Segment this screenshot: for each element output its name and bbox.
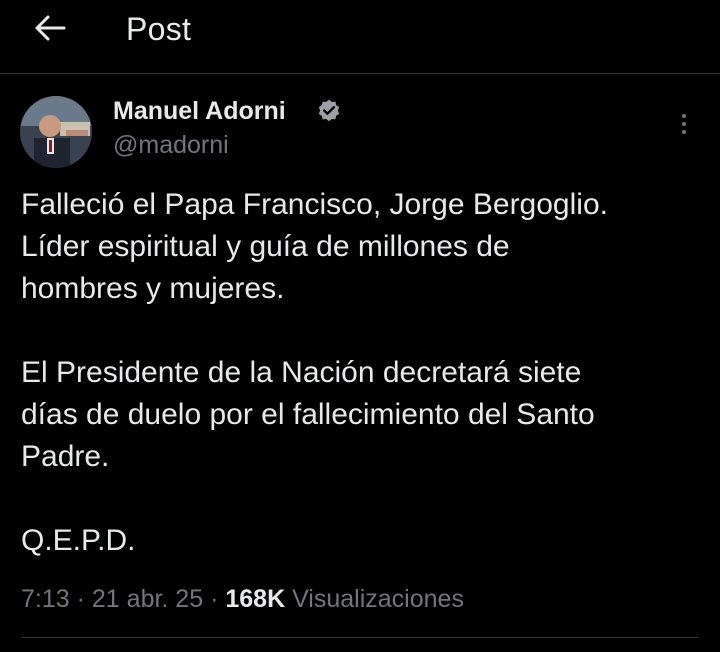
views-count[interactable]: 168K (225, 585, 285, 613)
verified-badge-icon (318, 99, 340, 122)
more-dot-icon (682, 114, 686, 118)
tweet-text: Falleció el Papa Francisco, Jorge Bergog… (21, 184, 711, 562)
views-label[interactable]: Visualizaciones (292, 585, 464, 613)
tweet-paragraph: Q.E.P.D. (21, 524, 136, 557)
avatar[interactable] (20, 96, 92, 168)
top-bar: Post (0, 0, 720, 74)
author-handle[interactable]: @madorni (113, 130, 229, 160)
tweet-paragraph: El Presidente de la Nación decretará sie… (21, 356, 595, 473)
tweet-meta: 7:13 · 21 abr. 25 · 168K Visualizaciones (21, 582, 464, 616)
avatar-image (20, 96, 92, 168)
back-button[interactable] (30, 10, 70, 46)
author-display-name[interactable]: Manuel Adorni (113, 96, 286, 126)
more-options-button[interactable] (670, 108, 698, 140)
page-title: Post (126, 11, 192, 47)
divider (21, 637, 699, 638)
tweet-paragraph: Falleció el Papa Francisco, Jorge Bergog… (21, 188, 608, 305)
more-dot-icon (682, 122, 686, 126)
meta-separator: · (210, 585, 219, 613)
arrow-left-icon (35, 15, 66, 41)
more-dot-icon (682, 130, 686, 134)
post-date[interactable]: 21 abr. 25 (92, 585, 203, 613)
meta-separator: · (76, 585, 85, 613)
post-time[interactable]: 7:13 (21, 585, 70, 613)
